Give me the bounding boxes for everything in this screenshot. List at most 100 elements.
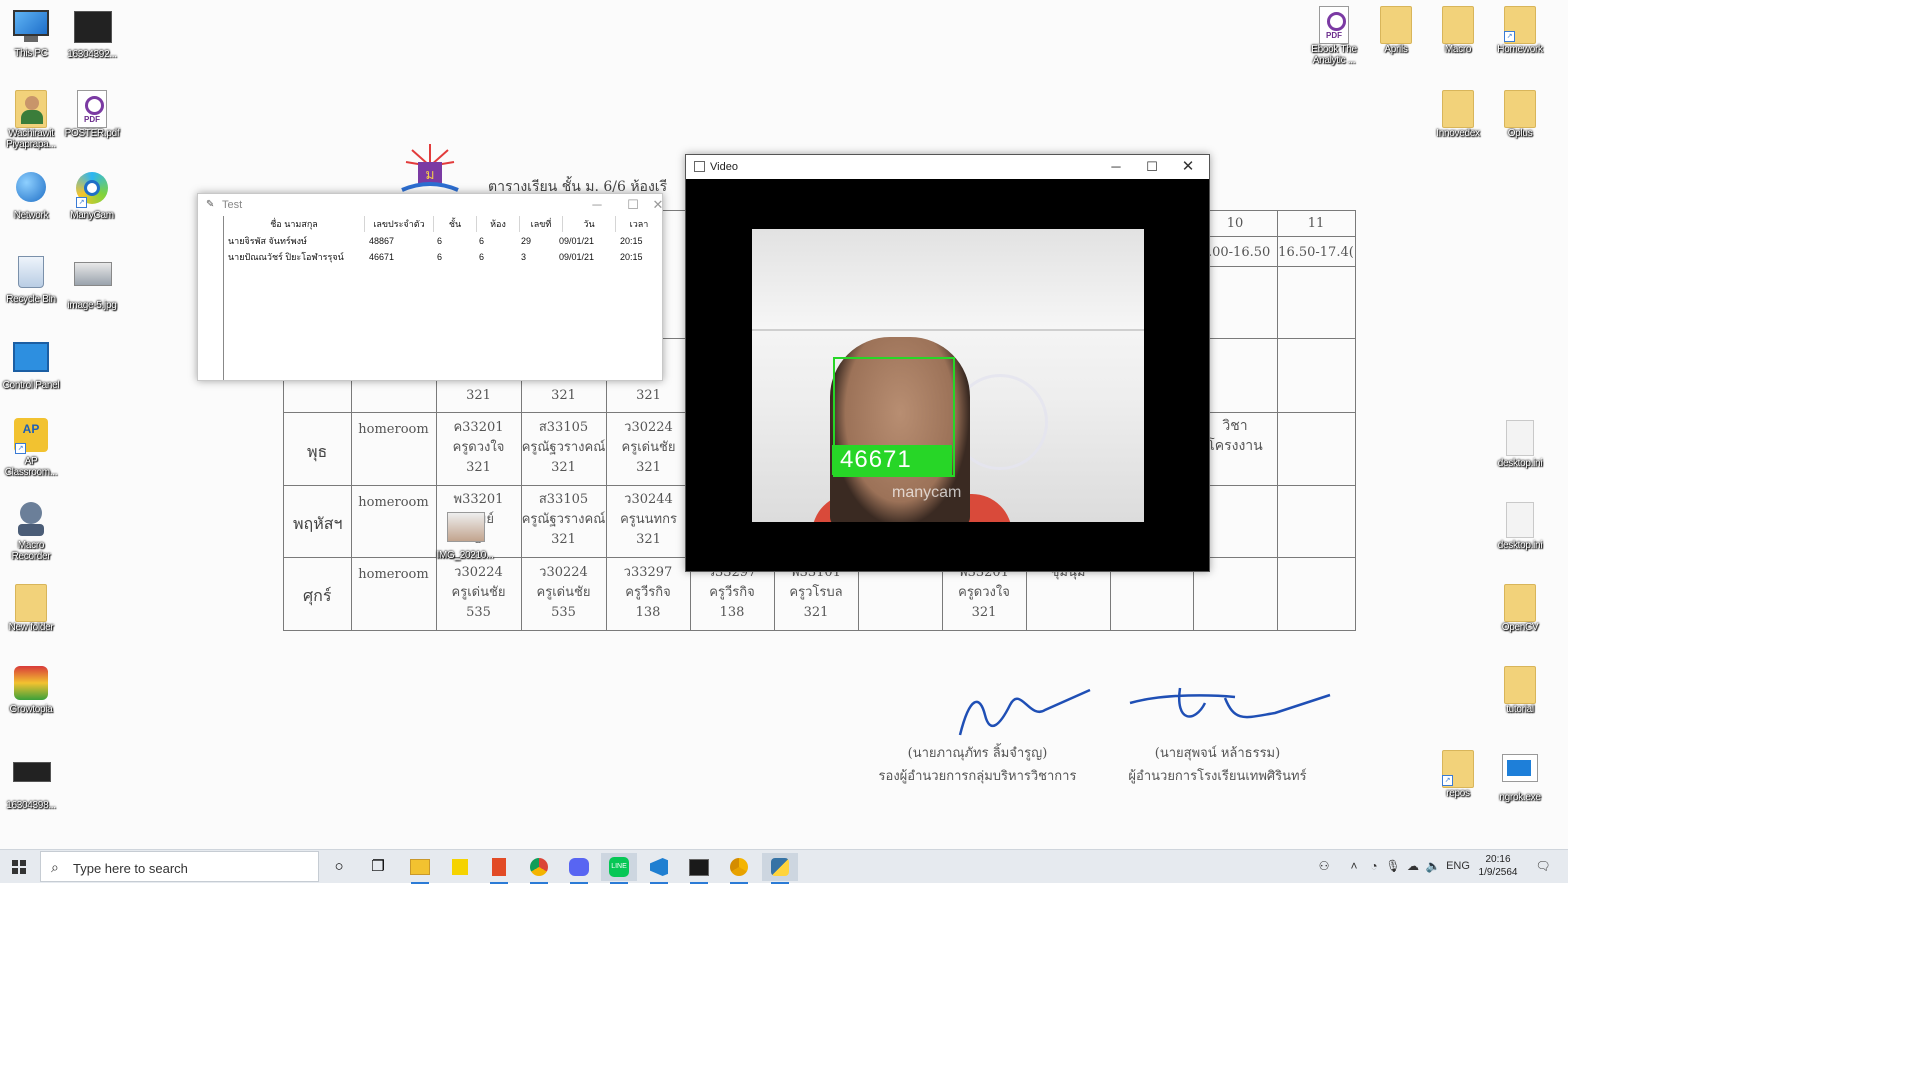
desktop-icon-tutorial[interactable]: tutorial	[1489, 666, 1551, 715]
desktop-icon-video-2[interactable]: 16304398...	[0, 752, 62, 811]
column-header-time[interactable]: เวลา	[616, 216, 662, 232]
file-explorer-icon[interactable]	[402, 853, 438, 884]
folder-icon	[1502, 90, 1538, 128]
maximize-button[interactable]: ☐	[1134, 155, 1170, 179]
desktop-icon-oplus[interactable]: Oplus	[1489, 90, 1551, 139]
cell-id: 48867	[369, 236, 395, 246]
close-button[interactable]: ✕	[1170, 155, 1206, 179]
desktop-icon-new-folder[interactable]: New folder	[0, 584, 62, 633]
language-indicator[interactable]: ENG	[1444, 850, 1472, 883]
notification-icon[interactable]: 🗨	[1530, 850, 1556, 883]
desktop-icon-homework[interactable]: ↗ Homework	[1489, 6, 1551, 55]
video-window-titlebar[interactable]: Video ─ ☐ ✕	[686, 155, 1209, 179]
macro-recorder-icon	[13, 502, 49, 538]
maximize-button[interactable]: ☐	[615, 194, 651, 216]
cell-room: 6	[479, 252, 485, 262]
close-button[interactable]: ✕	[651, 194, 665, 216]
window-app-icon	[694, 161, 705, 172]
day-wednesday: พุธ	[307, 442, 328, 461]
column-header-name[interactable]: ชื่อ นามสกุล	[224, 216, 365, 232]
column-header-grade[interactable]: ชั้น	[434, 216, 477, 232]
desktop-icon-opencv[interactable]: OpenCV	[1489, 584, 1551, 633]
terminal-icon[interactable]	[681, 853, 717, 884]
cell: ว30224 ครูเด่นชัย 535	[536, 565, 591, 620]
desktop-icon-ebook[interactable]: Ebook The Analytic ...	[1303, 6, 1365, 66]
desktop-icon-network[interactable]: Network	[0, 172, 62, 221]
day-thursday: พฤหัสฯ	[293, 514, 343, 533]
python-icon[interactable]	[762, 853, 798, 884]
folder-icon: ↗	[1502, 6, 1538, 44]
desktop-icon-manycam[interactable]: ↗ ManyCam	[61, 172, 123, 221]
desktop-icon-poster-pdf[interactable]: POSTER.pdf	[61, 90, 123, 139]
cell: ว30224 ครูเด่นชัย 321	[621, 420, 676, 475]
folder-icon	[1502, 666, 1538, 704]
search-box[interactable]: ⌕	[40, 851, 319, 882]
video-window[interactable]: Video ─ ☐ ✕ manycam 46671	[685, 154, 1210, 572]
column-header-number[interactable]: เลขที่	[520, 216, 563, 232]
test-window-titlebar[interactable]: ✎ Test ─ ☐ ✕	[198, 194, 665, 216]
results-table[interactable]: ชื่อ นามสกุล เลขประจำตัว ชั้น ห้อง เลขที…	[223, 216, 662, 380]
feather-icon: ✎	[206, 199, 215, 210]
signatory-2-name: (นายสุพจน์ หล้าธรรม)	[1154, 746, 1281, 761]
desktop-icon-this-pc[interactable]: This PC	[0, 8, 62, 59]
onedrive-icon[interactable]: ☁	[1402, 850, 1424, 883]
minimize-button[interactable]: ─	[1098, 155, 1134, 179]
wifi-icon[interactable]: ◔	[1364, 850, 1384, 883]
cell: ส33105 ครูณัฐวรางคณ์ 321	[521, 492, 606, 547]
desktop-icon-growtopia[interactable]: Growtopia	[0, 666, 62, 715]
cell-name: นายจิรพัส จันทร์พงษ์	[228, 236, 307, 246]
table-row[interactable]: นายจิรพัส จันทร์พงษ์ 48867 6 6 29 09/01/…	[224, 233, 662, 249]
table-row[interactable]: นายปัณณวัชร์ ปิยะโอฬารรุจน์ 46671 6 6 3 …	[224, 249, 662, 265]
desktop-icon-macro-recorder[interactable]: Macro Recorder	[0, 500, 62, 562]
sticky-notes-icon[interactable]	[442, 853, 478, 881]
cell-date: 09/01/21	[559, 236, 595, 246]
column-header-room[interactable]: ห้อง	[477, 216, 520, 232]
desktop-icon-aprils[interactable]: Aprils	[1365, 6, 1427, 55]
exe-icon	[1502, 754, 1538, 790]
start-button[interactable]	[0, 850, 40, 883]
desktop-icon-desktop-ini-1[interactable]: desktop.ini	[1489, 420, 1551, 469]
test-window[interactable]: ✎ Test ─ ☐ ✕ ชื่อ นามสกุล เลขประจำตัว ชั…	[197, 193, 663, 381]
discord-icon[interactable]	[561, 853, 597, 884]
cortana-icon[interactable]: ○	[321, 853, 357, 881]
cell-time: 20:15	[620, 236, 643, 246]
desktop-icon-repos[interactable]: ↗ repos	[1427, 750, 1489, 799]
microphone-icon[interactable]: 🎙	[1384, 850, 1402, 883]
task-view-icon[interactable]: ❐	[360, 853, 396, 881]
column-header-date[interactable]: วัน	[563, 216, 616, 232]
desktop-icon-video-1[interactable]: 16304392...	[61, 8, 123, 60]
column-header-id[interactable]: เลขประจำตัว	[365, 216, 434, 232]
desktop-icon-control-panel[interactable]: Control Panel	[0, 338, 62, 391]
desktop-icon-user-folder[interactable]: Wachirawit Piyaprapa...	[0, 90, 62, 150]
desktop-icon-desktop-ini-2[interactable]: desktop.ini	[1489, 502, 1551, 551]
desktop-icon-macro[interactable]: Macro	[1427, 6, 1489, 55]
chrome-icon[interactable]	[521, 853, 557, 884]
office-icon[interactable]	[481, 853, 517, 884]
user-folder-icon	[13, 90, 49, 128]
minimize-button[interactable]: ─	[579, 194, 615, 216]
clock[interactable]: 20:16 1/9/2564	[1476, 853, 1520, 879]
cell-name: นายปัณณวัชร์ ปิยะโอฬารรุจน์	[228, 252, 344, 262]
people-icon[interactable]: ⚇	[1312, 850, 1336, 883]
cell: พ33201 ครูดวงใจ 321	[958, 565, 1010, 620]
chrome-canary-icon[interactable]	[721, 853, 757, 884]
volume-icon[interactable]: 🔈	[1424, 850, 1442, 883]
line-icon[interactable]: LINE	[601, 853, 637, 884]
network-icon	[13, 172, 49, 208]
this-pc-icon	[13, 10, 49, 46]
folder-icon	[1440, 6, 1476, 44]
cell: 321	[466, 388, 491, 403]
desktop-icon-innovedex[interactable]: Innovedex	[1427, 90, 1489, 139]
search-input[interactable]	[71, 857, 315, 879]
clock-date: 1/9/2564	[1478, 867, 1518, 878]
desktop-icon-img-2021[interactable]: IMG_20210...	[434, 508, 496, 561]
folder-icon	[13, 584, 49, 622]
desktop-icon-ap-classroom[interactable]: AP ↗ AP Classroom...	[0, 418, 62, 478]
desktop-icon-ngrok[interactable]: ngrok.exe	[1489, 750, 1551, 803]
cell-number: 29	[521, 236, 532, 246]
desktop-icon-recycle-bin[interactable]: Recycle Bin	[0, 254, 62, 305]
homeroom-cell: homeroom	[358, 495, 429, 510]
desktop-icon-image-5[interactable]: image-5.jpg	[61, 254, 123, 311]
vscode-icon[interactable]	[641, 853, 677, 884]
chevron-up-icon[interactable]: ˄	[1344, 850, 1364, 883]
